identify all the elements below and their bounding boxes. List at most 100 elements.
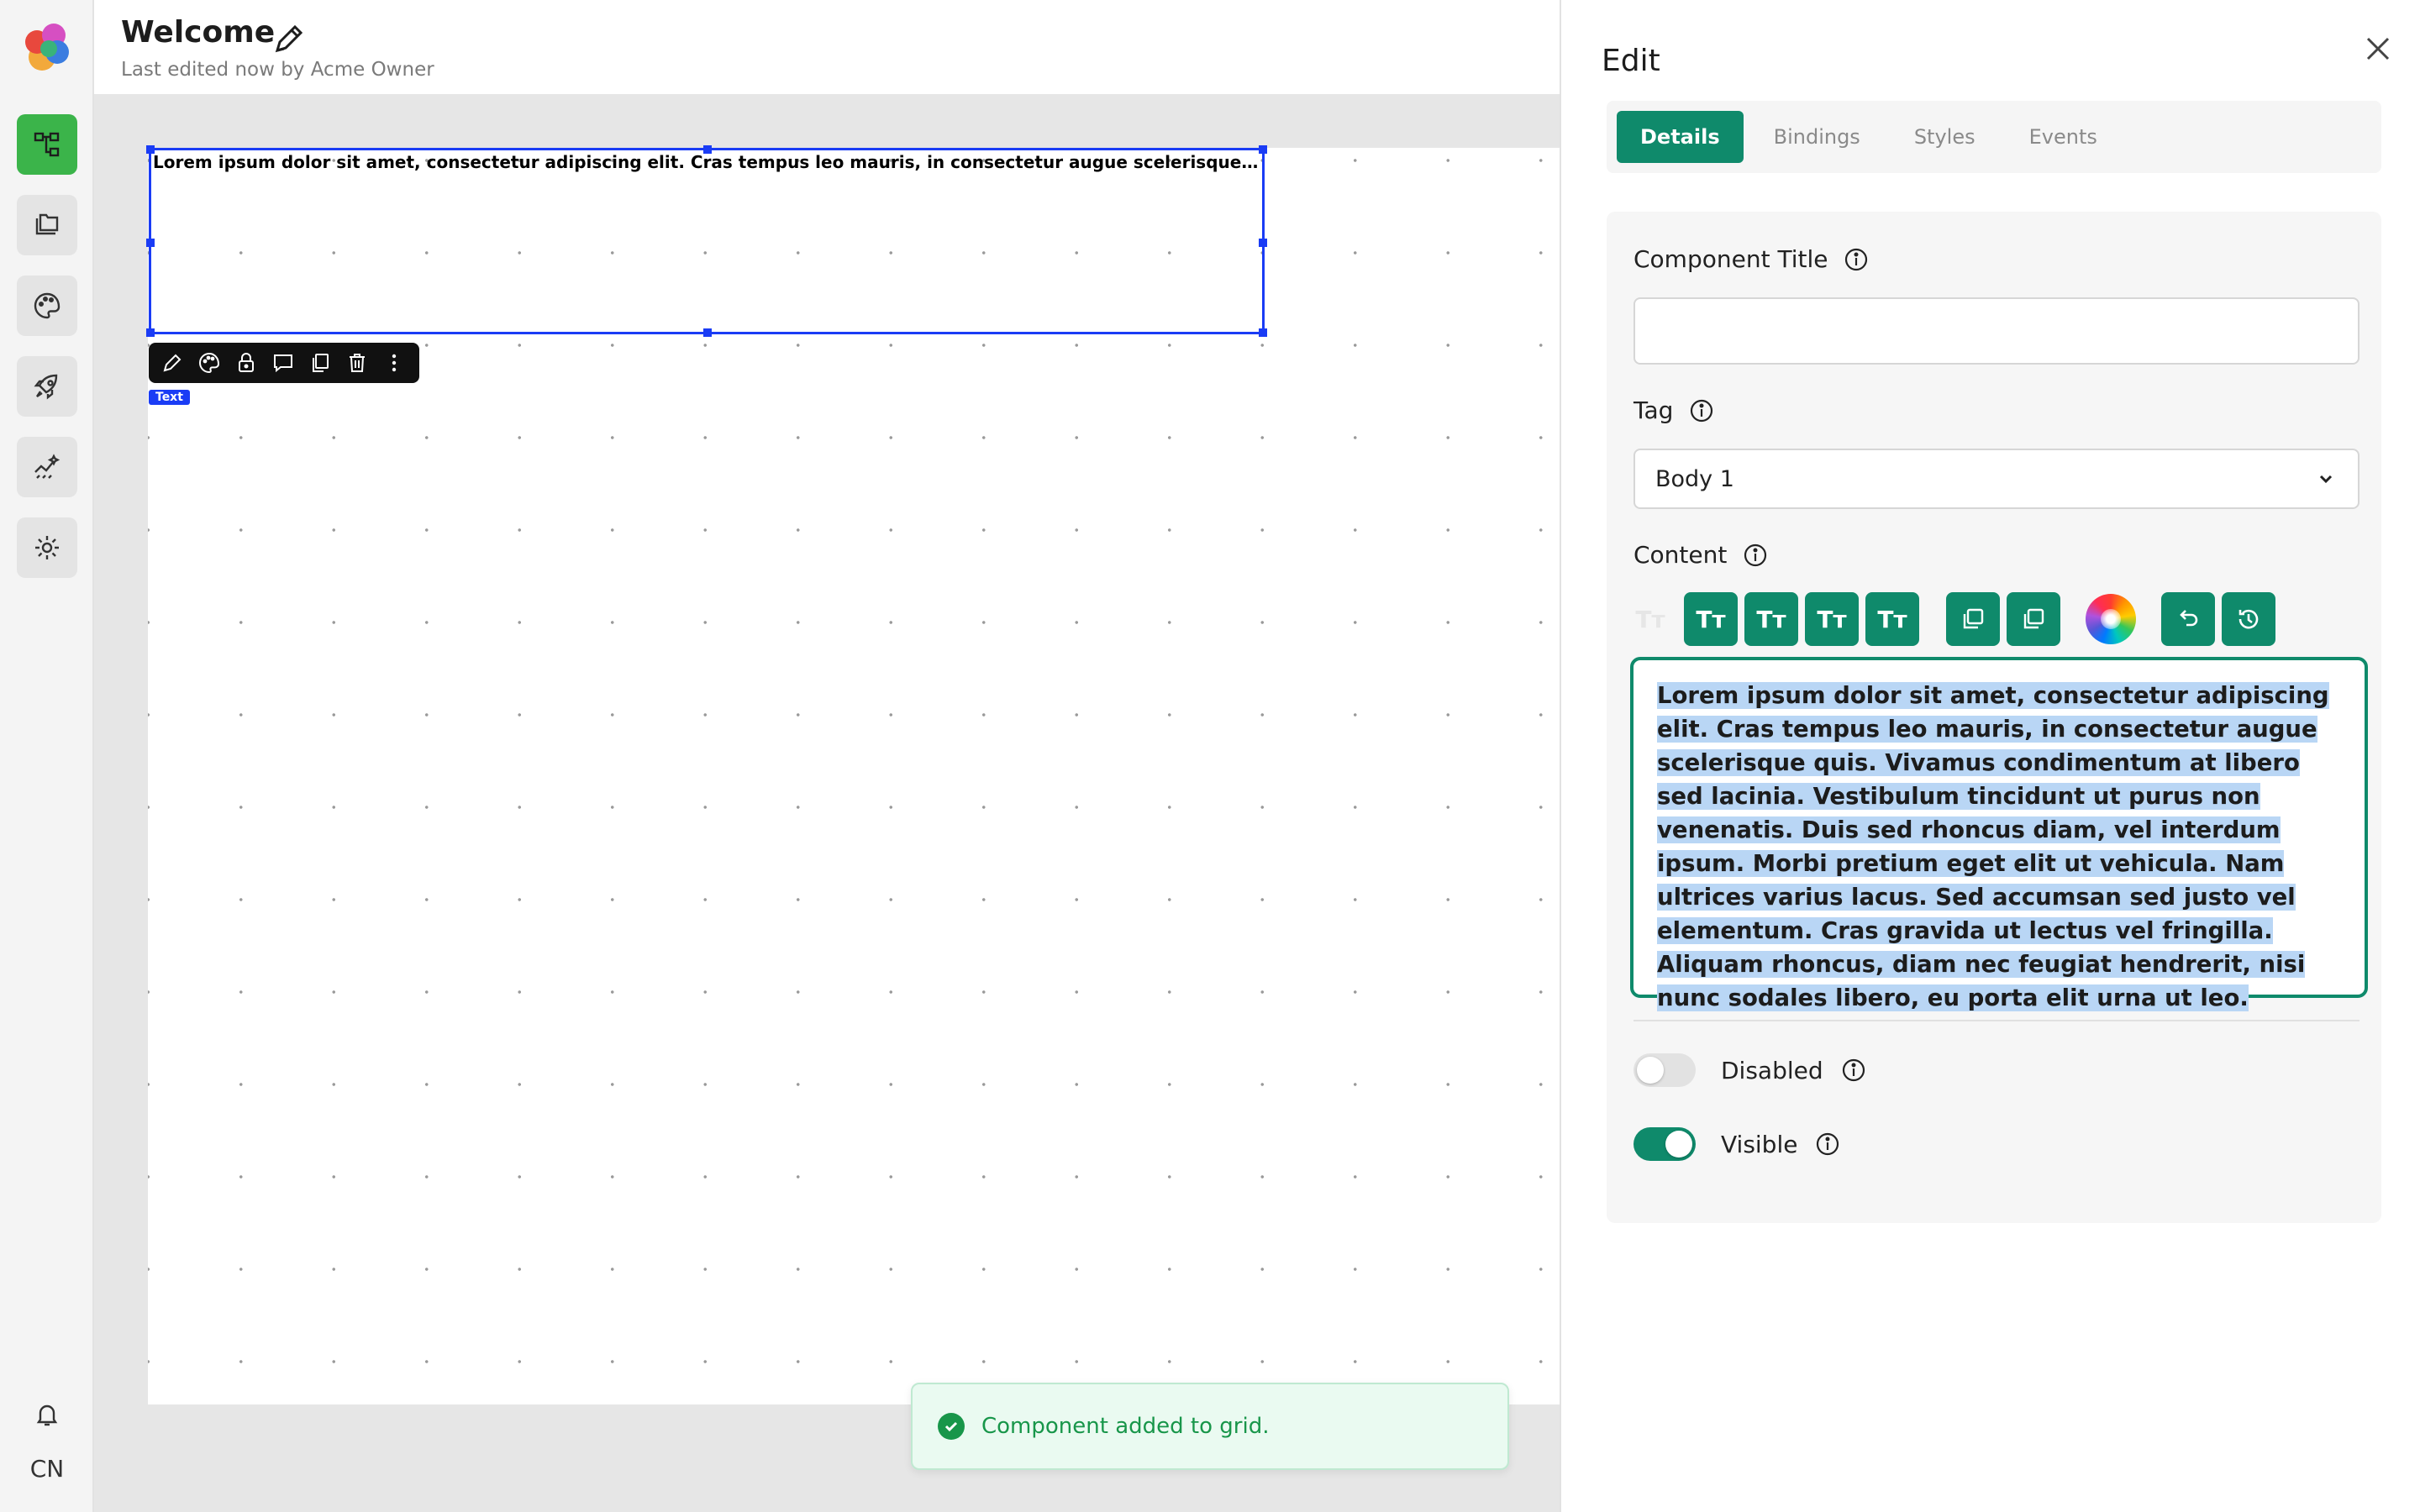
toolbar-duplicate-button[interactable] [305,348,335,378]
chevron-down-icon [2319,475,2333,484]
tree-icon [34,132,60,157]
component-type-tag: Text [149,390,190,405]
info-icon[interactable] [1814,1131,1841,1158]
resize-handle[interactable] [146,145,155,154]
panel-title: Edit [1602,44,1660,78]
disabled-label: Disabled [1721,1056,1823,1084]
undo-icon [2180,610,2198,627]
component-title-label-text: Component Title [1634,245,1828,273]
analytics-icon [34,454,60,479]
selected-text-component[interactable]: Lorem ipsum dolor sit amet, consectetur … [146,145,1267,337]
disabled-row: Disabled [1634,1053,1867,1087]
page-title: Welcome [121,15,276,50]
pencil-icon[interactable] [271,20,308,57]
content-editor-text[interactable]: Lorem ipsum dolor sit amet, consectetur … [1657,682,2329,1011]
resize-handle[interactable] [703,328,712,337]
copy-format-button[interactable] [1946,592,2000,646]
divider [1634,1020,2360,1021]
trash-icon [350,354,365,372]
tab-events[interactable]: Events [2006,111,2121,163]
text-component-content[interactable]: Lorem ipsum dolor sit amet, consectetur … [153,152,1260,172]
folders-icon [35,213,59,235]
toolbar-more-button[interactable] [379,348,409,378]
copy-icon [1963,608,1984,629]
format-size-s-button[interactable]: Tт [1684,592,1738,646]
details-card: Component Title Tag Body 1 Content Tт Tт… [1607,212,2381,1223]
resize-handle[interactable] [1259,145,1267,154]
visible-label: Visible [1721,1130,1798,1158]
tab-styles[interactable]: Styles [1891,111,1999,163]
resize-handle[interactable] [146,328,155,337]
component-title-input[interactable] [1634,297,2360,365]
avatar-initials: CN [29,1454,65,1483]
content-label: Content [1634,541,1769,569]
close-icon[interactable] [2361,32,2395,66]
format-size-m-button[interactable]: Tт [1744,592,1798,646]
rail-palette-button[interactable] [17,276,77,336]
last-edited-text: Last edited now by Acme Owner [121,59,434,81]
info-icon[interactable] [1843,246,1870,273]
more-vertical-icon [392,354,397,372]
rail-settings-button[interactable] [17,517,77,578]
toast-message: Component added to grid. [981,1414,1270,1439]
lock-icon [239,353,254,372]
tag-label-text: Tag [1634,396,1674,424]
toolbar-style-button[interactable] [194,348,224,378]
tag-select[interactable]: Body 1 [1634,449,2360,509]
paste-format-button[interactable] [2007,592,2060,646]
app-logo-icon[interactable] [17,17,77,77]
toolbar-comment-button[interactable] [268,348,298,378]
rail-folders-button[interactable] [17,195,77,255]
grid-canvas[interactable] [148,148,1560,1404]
pencil-icon [163,354,182,372]
bell-icon [36,1404,58,1426]
component-toolbar [149,343,419,383]
history-button[interactable] [2222,592,2275,646]
content-label-text: Content [1634,541,1728,569]
rail-rocket-button[interactable] [17,356,77,417]
tab-bindings[interactable]: Bindings [1750,111,1884,163]
toolbar-delete-button[interactable] [342,348,372,378]
tag-label: Tag [1634,396,1715,424]
check-circle-icon [938,1413,965,1440]
info-icon[interactable] [1840,1057,1867,1084]
resize-handle[interactable] [1259,328,1267,337]
toolbar-lock-button[interactable] [231,348,261,378]
gear-icon [35,536,59,559]
copy-icon [2023,608,2044,629]
rocket-icon [34,374,58,400]
disabled-toggle[interactable] [1634,1053,1696,1087]
notifications-button[interactable] [0,1398,94,1431]
undo-button[interactable] [2161,592,2215,646]
visible-toggle[interactable] [1634,1127,1696,1161]
copy-icon [313,354,329,372]
format-size-l-button[interactable]: Tт [1805,592,1859,646]
format-size-xl-button[interactable]: Tт [1865,592,1919,646]
color-wheel-icon[interactable] [2086,594,2136,644]
component-title-label: Component Title [1634,245,1870,273]
tag-select-value: Body 1 [1655,465,1734,492]
palette-icon [199,352,220,374]
avatar[interactable]: CN [0,1452,94,1485]
visible-row: Visible [1634,1127,1841,1161]
content-editor[interactable]: Lorem ipsum dolor sit amet, consectetur … [1630,657,2368,1011]
tab-details[interactable]: Details [1617,111,1744,163]
content-format-toolbar: Tт Tт Tт Tт Tт [1623,591,2282,647]
resize-handle[interactable] [1259,239,1267,247]
history-icon [2238,609,2259,629]
resize-handle[interactable] [703,145,712,154]
toast-notification: Component added to grid. [911,1383,1509,1470]
comment-icon [274,354,292,373]
page-header: Welcome Last edited now by Acme Owner [94,0,1560,94]
panel-tabs: Details Bindings Styles Events [1607,101,2381,173]
left-rail: CN [0,0,94,1512]
rail-analytics-button[interactable] [17,437,77,497]
palette-icon [34,292,60,319]
rail-tree-button[interactable] [17,114,77,175]
resize-handle[interactable] [146,239,155,247]
toolbar-edit-button[interactable] [157,348,187,378]
format-size-xs-button[interactable]: Tт [1623,592,1677,646]
edit-panel: Edit Details Bindings Styles Events Comp… [1560,0,2420,1512]
info-icon[interactable] [1688,397,1715,424]
info-icon[interactable] [1742,542,1769,569]
